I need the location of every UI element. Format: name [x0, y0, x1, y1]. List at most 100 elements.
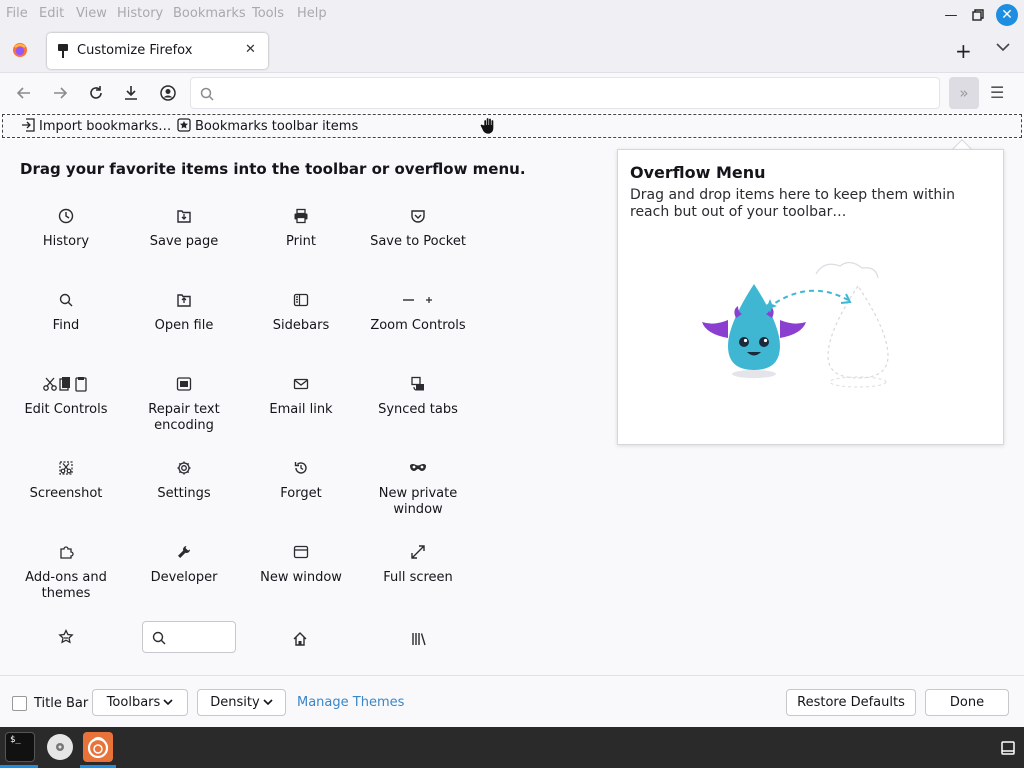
- overflow-chevron-icon[interactable]: »: [949, 77, 979, 109]
- menu-file[interactable]: File: [6, 6, 28, 21]
- menu-view[interactable]: View: [76, 6, 107, 21]
- palette-zoom-controls[interactable]: Zoom Controls: [359, 292, 477, 334]
- palette-history[interactable]: History: [7, 208, 125, 250]
- forward-arrow-icon[interactable]: [48, 81, 72, 105]
- edit-controls-icon: [7, 376, 125, 398]
- downloads-icon[interactable]: [119, 81, 143, 105]
- chevron-down-icon: [163, 695, 173, 710]
- account-icon[interactable]: [156, 81, 180, 105]
- palette-label: Edit Controls: [24, 402, 108, 417]
- palette-label: Email link: [269, 402, 333, 417]
- density-label: Density: [210, 695, 260, 710]
- tab-strip: Customize Firefox ✕ +: [0, 30, 1024, 72]
- import-bookmarks-label: Import bookmarks…: [39, 119, 172, 134]
- firefox-view-icon[interactable]: [12, 42, 28, 58]
- palette-add-ons-and-themes[interactable]: Add-ons and themes: [7, 544, 125, 602]
- screenshot-icon: [7, 460, 125, 482]
- forget-icon: [242, 460, 360, 482]
- search-icon: [200, 86, 214, 105]
- text-encoding-icon: [125, 376, 243, 398]
- menu-edit[interactable]: Edit: [39, 6, 64, 21]
- maximize-icon[interactable]: [967, 4, 989, 26]
- menu-bookmarks[interactable]: Bookmarks: [173, 6, 246, 21]
- palette-label: Full screen: [383, 570, 453, 585]
- palette-label: New private window: [378, 486, 458, 517]
- menu-bar: File Edit View History Bookmarks Tools H…: [0, 0, 1024, 30]
- palette-print[interactable]: Print: [242, 208, 360, 250]
- menu-help[interactable]: Help: [297, 6, 327, 21]
- palette-save-page[interactable]: Save page: [125, 208, 243, 250]
- palette-search-field[interactable]: [142, 621, 236, 653]
- palette-settings[interactable]: Settings: [125, 460, 243, 502]
- overflow-mascot-illustration: [698, 246, 938, 400]
- palette-label: Print: [286, 234, 316, 249]
- import-bookmarks-button[interactable]: Import bookmarks…: [21, 118, 171, 135]
- palette-open-file[interactable]: Open file: [125, 292, 243, 334]
- overflow-menu-panel[interactable]: Overflow Menu Drag and drop items here t…: [617, 149, 1004, 445]
- toolbars-label: Toolbars: [106, 695, 161, 710]
- palette-save-to-pocket[interactable]: Save to Pocket: [359, 208, 477, 250]
- back-arrow-icon[interactable]: [12, 81, 36, 105]
- hamburger-menu-icon[interactable]: ☰: [990, 83, 1004, 102]
- reload-icon[interactable]: [84, 81, 108, 105]
- palette-label: Add-ons and themes: [25, 570, 107, 601]
- palette-label: Zoom Controls: [370, 318, 466, 333]
- palette-label: Forget: [280, 486, 322, 501]
- wrench-icon: [125, 544, 243, 566]
- palette-library-icon[interactable]: [411, 631, 427, 651]
- navigation-toolbar: » ☰: [0, 72, 1024, 113]
- envelope-icon: [242, 376, 360, 398]
- synced-tabs-icon: [359, 376, 477, 398]
- palette-developer[interactable]: Developer: [125, 544, 243, 586]
- palette-new-window[interactable]: New window: [242, 544, 360, 586]
- fullscreen-icon: [359, 544, 477, 566]
- palette-find[interactable]: Find: [7, 292, 125, 334]
- toolbars-dropdown-button[interactable]: Toolbars: [92, 689, 188, 716]
- restore-defaults-button[interactable]: Restore Defaults: [786, 689, 916, 716]
- star-box-icon: [177, 118, 191, 135]
- show-desktop-icon[interactable]: [1001, 740, 1015, 759]
- sidebar-icon: [242, 292, 360, 314]
- palette-sidebars[interactable]: Sidebars: [242, 292, 360, 334]
- title-bar-checkbox[interactable]: [12, 696, 27, 711]
- palette-email-link[interactable]: Email link: [242, 376, 360, 418]
- palette-full-screen[interactable]: Full screen: [359, 544, 477, 586]
- window-close-icon[interactable]: ✕: [996, 4, 1018, 26]
- puzzle-icon: [7, 544, 125, 566]
- palette-label: New window: [260, 570, 342, 585]
- palette-synced-tabs[interactable]: Synced tabs: [359, 376, 477, 418]
- printer-icon: [242, 208, 360, 230]
- palette-screenshot[interactable]: Screenshot: [7, 460, 125, 502]
- palette-forget[interactable]: Forget: [242, 460, 360, 502]
- palette-edit-controls[interactable]: Edit Controls: [7, 376, 125, 418]
- menu-tools[interactable]: Tools: [252, 6, 284, 21]
- done-button[interactable]: Done: [925, 689, 1009, 716]
- palette-label: Open file: [154, 318, 214, 333]
- tab-customize-firefox[interactable]: Customize Firefox ✕: [47, 33, 268, 69]
- pocket-icon: [359, 208, 477, 230]
- title-bar-label: Title Bar: [34, 696, 89, 711]
- manage-themes-link[interactable]: Manage Themes: [297, 695, 404, 710]
- palette-bookmarks-menu-star-icon[interactable]: [58, 628, 74, 649]
- palette-new-private-window[interactable]: New private window: [359, 460, 477, 518]
- list-all-tabs-chevron-icon[interactable]: [996, 41, 1010, 56]
- url-bar[interactable]: [190, 77, 940, 109]
- grab-hand-cursor-icon: [479, 116, 499, 140]
- overflow-menu-description: Drag and drop items here to keep them wi…: [630, 187, 956, 220]
- palette-label: Repair text encoding: [148, 402, 220, 433]
- density-dropdown-button[interactable]: Density: [197, 689, 286, 716]
- private-mask-icon: [359, 460, 477, 482]
- menu-history[interactable]: History: [117, 6, 163, 21]
- minimize-icon[interactable]: —: [940, 4, 962, 26]
- palette-repair-text-encoding[interactable]: Repair text encoding: [125, 376, 243, 434]
- os-taskbar: $_: [0, 727, 1024, 768]
- bookmarks-toolbar-items[interactable]: Bookmarks toolbar items: [177, 118, 358, 135]
- disc-icon[interactable]: [45, 732, 75, 762]
- terminal-icon[interactable]: $_: [5, 732, 35, 762]
- palette-label: History: [42, 234, 90, 249]
- gear-icon: [125, 460, 243, 482]
- palette-home-icon[interactable]: [292, 631, 308, 651]
- new-tab-plus-icon[interactable]: +: [955, 39, 972, 63]
- firefox-taskbar-icon[interactable]: [83, 732, 113, 762]
- tab-close-icon[interactable]: ✕: [245, 42, 256, 57]
